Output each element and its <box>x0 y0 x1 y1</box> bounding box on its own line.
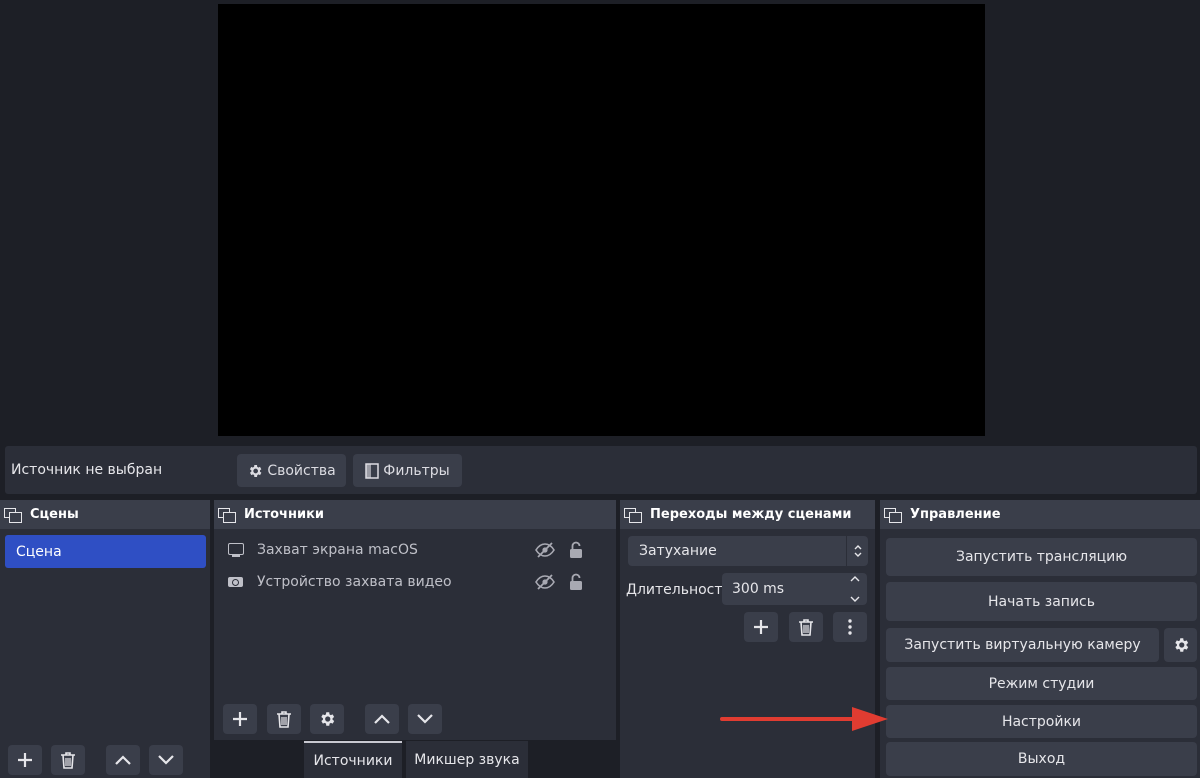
annotation-arrow-icon <box>720 707 888 731</box>
chevron-up-icon <box>115 755 131 765</box>
scenes-dock: Сцены Сцена <box>0 500 210 778</box>
gear-icon <box>321 712 335 726</box>
select-arrows-icon <box>846 536 868 566</box>
scenes-title: Сцены <box>30 507 79 522</box>
lock-toggle[interactable] <box>566 572 586 592</box>
chevron-down-icon <box>158 755 174 765</box>
studio-mode-button[interactable]: Режим студии <box>886 667 1197 700</box>
move-scene-down-button[interactable] <box>149 745 183 775</box>
plus-icon <box>233 712 247 726</box>
remove-source-button[interactable] <box>267 704 301 734</box>
add-scene-button[interactable] <box>8 745 42 775</box>
visibility-toggle[interactable] <box>535 572 555 592</box>
filters-label: Фильтры <box>383 462 450 479</box>
chevron-down-icon <box>417 714 433 724</box>
transitions-title: Переходы между сценами <box>650 507 852 522</box>
studio-mode-label: Режим студии <box>988 675 1095 692</box>
duration-value: 300 ms <box>732 581 785 597</box>
chevron-up-icon <box>374 714 390 724</box>
tab-mixer-label: Микшер звука <box>414 751 520 768</box>
add-transition-button[interactable] <box>744 612 778 642</box>
camera-icon <box>228 574 246 590</box>
dock-float-icon[interactable] <box>218 507 236 523</box>
dock-float-icon[interactable] <box>624 507 642 523</box>
transition-select[interactable]: Затухание <box>628 536 868 566</box>
start-stream-button[interactable]: Запустить трансляцию <box>886 538 1197 576</box>
virtual-camera-label: Запустить виртуальную камеру <box>904 637 1141 653</box>
remove-scene-button[interactable] <box>51 745 85 775</box>
move-source-down-button[interactable] <box>408 704 442 734</box>
start-stream-label: Запустить трансляцию <box>955 549 1128 565</box>
settings-button[interactable]: Настройки <box>886 705 1197 738</box>
trash-icon <box>277 711 291 728</box>
move-source-up-button[interactable] <box>365 704 399 734</box>
transitions-dock: Переходы между сценами Затухание Длитель… <box>620 500 875 778</box>
virtual-camera-settings-button[interactable] <box>1164 628 1197 662</box>
plus-icon <box>18 753 32 767</box>
filter-icon <box>365 462 380 479</box>
controls-dock: Управление Запустить трансляцию Начать з… <box>880 500 1200 778</box>
exit-label: Выход <box>1017 751 1066 767</box>
tab-audio-mixer[interactable]: Микшер звука <box>406 741 528 778</box>
eye-off-icon <box>535 542 555 558</box>
transition-selected-value: Затухание <box>639 543 717 559</box>
chevron-down-icon[interactable] <box>850 596 860 603</box>
sources-title: Источники <box>244 507 324 522</box>
move-scene-up-button[interactable] <box>106 745 140 775</box>
duration-label: Длительность <box>626 582 731 598</box>
duration-spinbox[interactable]: 300 ms <box>722 573 867 605</box>
start-record-button[interactable]: Начать запись <box>886 582 1197 621</box>
add-source-button[interactable] <box>223 704 257 734</box>
source-label: Захват экрана macOS <box>257 542 418 558</box>
source-properties-button[interactable] <box>310 704 344 734</box>
exit-button[interactable]: Выход <box>886 742 1197 776</box>
monitor-icon <box>228 542 246 558</box>
scene-list-item[interactable]: Сцена <box>5 535 206 568</box>
virtual-camera-button[interactable]: Запустить виртуальную камеру <box>886 628 1159 662</box>
sources-dock-header[interactable]: Источники <box>214 500 616 529</box>
lock-toggle[interactable] <box>566 540 586 560</box>
transitions-dock-header[interactable]: Переходы между сценами <box>620 500 875 529</box>
dock-float-icon[interactable] <box>884 507 902 523</box>
controls-title: Управление <box>910 507 1001 522</box>
trash-icon <box>61 752 75 769</box>
start-record-label: Начать запись <box>987 593 1096 610</box>
preview-canvas[interactable] <box>218 4 985 436</box>
chevron-up-icon[interactable] <box>850 575 860 582</box>
context-bar <box>5 446 1197 494</box>
visibility-toggle[interactable] <box>535 540 555 560</box>
scene-label: Сцена <box>16 543 62 560</box>
sources-dock: Источники Захват экрана macOS Устройство… <box>214 500 616 740</box>
spin-arrows[interactable] <box>847 575 863 603</box>
gear-icon <box>250 464 262 477</box>
plus-icon <box>754 620 768 634</box>
filters-button[interactable]: Фильтры <box>353 454 462 487</box>
tab-sources-label: Источники <box>313 752 393 769</box>
dock-float-icon[interactable] <box>4 507 22 523</box>
tab-sources[interactable]: Источники <box>304 741 402 778</box>
no-source-label: Источник не выбран <box>11 462 163 478</box>
eye-off-icon <box>535 574 555 590</box>
controls-dock-header[interactable]: Управление <box>880 500 1200 529</box>
transition-menu-button[interactable] <box>833 612 867 642</box>
properties-label: Свойства <box>267 462 336 479</box>
lock-icon <box>570 573 582 590</box>
properties-button[interactable]: Свойства <box>237 454 346 487</box>
gear-icon <box>1174 638 1188 652</box>
more-vertical-icon <box>848 619 852 635</box>
remove-transition-button[interactable] <box>789 612 823 642</box>
source-label: Устройство захвата видео <box>257 574 452 590</box>
settings-label: Настройки <box>1001 713 1082 730</box>
lock-icon <box>570 541 582 558</box>
trash-icon <box>799 619 813 636</box>
scenes-dock-header[interactable]: Сцены <box>0 500 210 529</box>
